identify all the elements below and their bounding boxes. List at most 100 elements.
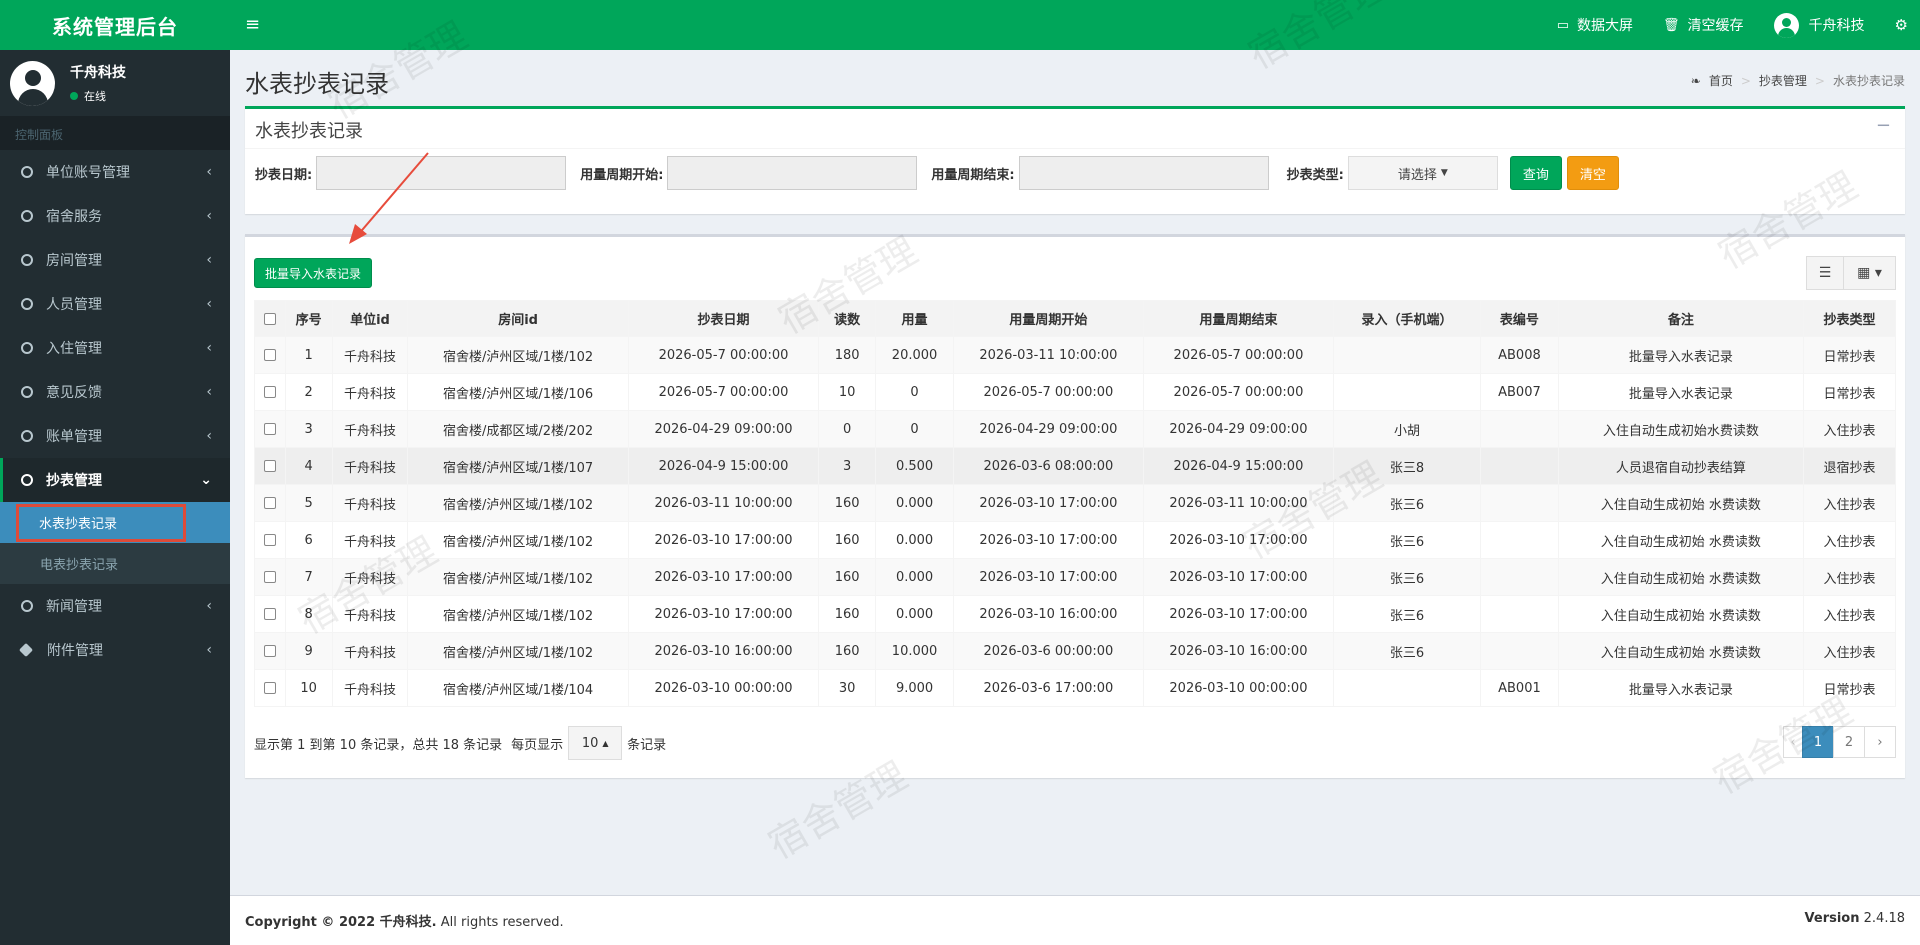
clear-cache-link[interactable]: 🗑 清空缓存: [1648, 15, 1759, 35]
meter-submenu: 水表抄表记录 电表抄表记录: [0, 502, 230, 584]
sidebar-item-bills[interactable]: 账单管理 ‹: [0, 414, 230, 458]
sidebar-item-feedback[interactable]: 意见反馈 ‹: [0, 370, 230, 414]
table-row[interactable]: 1 千舟科技 宿舍楼/泸州区域/1楼/102 2026-05-7 00:00:00 18…: [254, 336, 1897, 374]
col-header[interactable]: 单位id: [331, 300, 409, 337]
circle-icon: [21, 166, 33, 178]
table-row[interactable]: 8 千舟科技 宿舍楼/泸州区域/1楼/102 2026-03-10 17:00:00 1…: [254, 595, 1897, 633]
row-checkbox[interactable]: [254, 632, 286, 670]
app-logo[interactable]: 系统管理后台: [0, 0, 230, 50]
submenu-item-water-meter[interactable]: 水表抄表记录: [0, 502, 230, 543]
reading-type-label: 抄表类型:: [1286, 167, 1344, 183]
col-header[interactable]: 抄表日期: [627, 300, 820, 337]
col-header[interactable]: 录入（手机端）: [1332, 300, 1482, 337]
page-1-button[interactable]: 1: [1802, 726, 1834, 758]
main-content: 水表抄表记录 ❧ 首页 > 抄表管理 > 水表抄表记录 水表抄表记录 − 抄表日…: [230, 50, 1920, 895]
row-checkbox[interactable]: [254, 669, 286, 707]
sidebar-item-people[interactable]: 人员管理 ‹: [0, 282, 230, 326]
list-view-icon[interactable]: ☰: [1806, 256, 1844, 290]
col-header[interactable]: 用量: [875, 300, 954, 337]
table-cell: 4: [284, 447, 333, 485]
table-row[interactable]: 5 千舟科技 宿舍楼/泸州区域/1楼/102 2026-03-11 10:00:00 1…: [254, 484, 1897, 522]
row-checkbox[interactable]: [254, 373, 286, 411]
table-row[interactable]: 7 千舟科技 宿舍楼/泸州区域/1楼/102 2026-03-10 17:00:00 1…: [254, 558, 1897, 596]
sidebar-item-checkin[interactable]: 入住管理 ‹: [0, 326, 230, 370]
table-cell: 千舟科技: [331, 484, 409, 522]
row-checkbox[interactable]: [254, 558, 286, 596]
table-cell: 0: [875, 410, 954, 448]
col-header[interactable]: 房间id: [407, 300, 629, 337]
sidebar-item-rooms[interactable]: 房间管理 ‹: [0, 238, 230, 282]
table-cell: 宿舍楼/泸州区域/1楼/102: [407, 632, 629, 670]
user-name: 千舟科技: [70, 65, 126, 81]
col-header[interactable]: 序号: [284, 300, 333, 337]
select-all-checkbox[interactable]: [254, 300, 286, 337]
sidebar-item-meter-reading[interactable]: 抄表管理 ⌄: [0, 458, 230, 502]
column-toggle-icon[interactable]: ▦ ▾: [1844, 256, 1896, 290]
sidebar-item-attachments[interactable]: 附件管理 ‹: [0, 628, 230, 672]
table-row[interactable]: 9 千舟科技 宿舍楼/泸州区域/1楼/102 2026-03-10 16:00:00 1…: [254, 632, 1897, 670]
caret-up-icon: ▲: [602, 738, 609, 748]
table-cell: 2026-03-6 00:00:00: [952, 632, 1144, 670]
circle-icon: [21, 210, 33, 222]
tags-icon: [21, 644, 35, 656]
footer: Copyright © 2022 千舟科技. All rights reserv…: [230, 895, 1920, 945]
caret-down-icon: ▼: [1440, 168, 1448, 178]
reading-type-select[interactable]: 请选择 ▼: [1347, 156, 1498, 190]
page-next-button[interactable]: ›: [1864, 726, 1896, 758]
row-checkbox[interactable]: [254, 336, 286, 374]
table-row[interactable]: 3 千舟科技 宿舍楼/成都区域/2楼/202 2026-04-29 09:00:00 0…: [254, 410, 1897, 448]
company-link[interactable]: 千舟科技.: [380, 915, 437, 930]
period-start-input[interactable]: [667, 156, 918, 190]
table-cell: 宿舍楼/泸州区域/1楼/102: [407, 558, 629, 596]
table-cell: 10: [817, 373, 877, 411]
col-header[interactable]: 表编号: [1480, 300, 1559, 337]
table-cell: 0.000: [875, 521, 954, 559]
table-row[interactable]: 2 千舟科技 宿舍楼/泸州区域/1楼/106 2026-05-7 00:00:00 10…: [254, 373, 1897, 411]
period-end-input[interactable]: [1018, 156, 1269, 190]
table-cell: 入住抄表: [1802, 521, 1897, 559]
circle-icon: [21, 600, 33, 612]
row-checkbox[interactable]: [254, 447, 286, 485]
chevron-left-icon: ‹: [206, 296, 212, 312]
chevron-left-icon: ‹: [206, 164, 212, 180]
table-cell: 2026-03-10 00:00:00: [1142, 669, 1334, 707]
sidebar-item-unit-accounts[interactable]: 单位账号管理 ‹: [0, 150, 230, 194]
menu-toggle-icon[interactable]: ≡: [245, 14, 260, 35]
breadcrumb-home[interactable]: 首页: [1709, 72, 1733, 89]
page-size-select[interactable]: 10 ▲: [568, 726, 623, 760]
submenu-item-electric-meter[interactable]: 电表抄表记录: [0, 543, 230, 584]
col-header[interactable]: 用量周期结束: [1142, 300, 1334, 337]
chevron-left-icon: ‹: [206, 642, 212, 658]
sidebar-item-news[interactable]: 新闻管理 ‹: [0, 584, 230, 628]
col-header[interactable]: 抄表类型: [1802, 300, 1897, 337]
row-checkbox[interactable]: [254, 410, 286, 448]
table-cell: 160: [817, 595, 877, 633]
clear-button[interactable]: 清空: [1566, 156, 1619, 190]
table-cell: AB007: [1480, 373, 1559, 411]
row-checkbox[interactable]: [254, 521, 286, 559]
table-cell: 160: [817, 521, 877, 559]
breadcrumb: ❧ 首页 > 抄表管理 > 水表抄表记录: [1690, 72, 1905, 89]
table-row[interactable]: 10 千舟科技 宿舍楼/泸州区域/1楼/104 2026-03-10 00:00:00…: [254, 669, 1897, 707]
page-prev-button[interactable]: ‹: [1783, 726, 1803, 758]
table-cell: 宿舍楼/泸州区域/1楼/102: [407, 595, 629, 633]
col-header[interactable]: 用量周期开始: [952, 300, 1144, 337]
collapse-icon[interactable]: −: [1876, 115, 1891, 136]
query-button[interactable]: 查询: [1509, 156, 1562, 190]
table-cell: 0: [817, 410, 877, 448]
table-cell: 入住抄表: [1802, 484, 1897, 522]
col-header[interactable]: 备注: [1557, 300, 1804, 337]
row-checkbox[interactable]: [254, 484, 286, 522]
breadcrumb-meter[interactable]: 抄表管理: [1759, 72, 1807, 89]
user-menu[interactable]: 千舟科技: [1759, 12, 1880, 38]
table-row[interactable]: 4 千舟科技 宿舍楼/泸州区域/1楼/107 2026-04-9 15:00:00 3 0…: [254, 447, 1897, 485]
page-2-button[interactable]: 2: [1833, 726, 1865, 758]
sidebar-item-dorm-service[interactable]: 宿舍服务 ‹: [0, 194, 230, 238]
table-row[interactable]: 6 千舟科技 宿舍楼/泸州区域/1楼/102 2026-03-10 17:00:00 1…: [254, 521, 1897, 559]
settings-gear-icon[interactable]: ⚙: [1880, 16, 1908, 34]
data-screen-link[interactable]: ▭ 数据大屏: [1542, 15, 1648, 35]
row-checkbox[interactable]: [254, 595, 286, 633]
batch-import-button[interactable]: 批量导入水表记录: [254, 258, 373, 288]
table-cell: 0.000: [875, 558, 954, 596]
col-header[interactable]: 读数: [817, 300, 877, 337]
